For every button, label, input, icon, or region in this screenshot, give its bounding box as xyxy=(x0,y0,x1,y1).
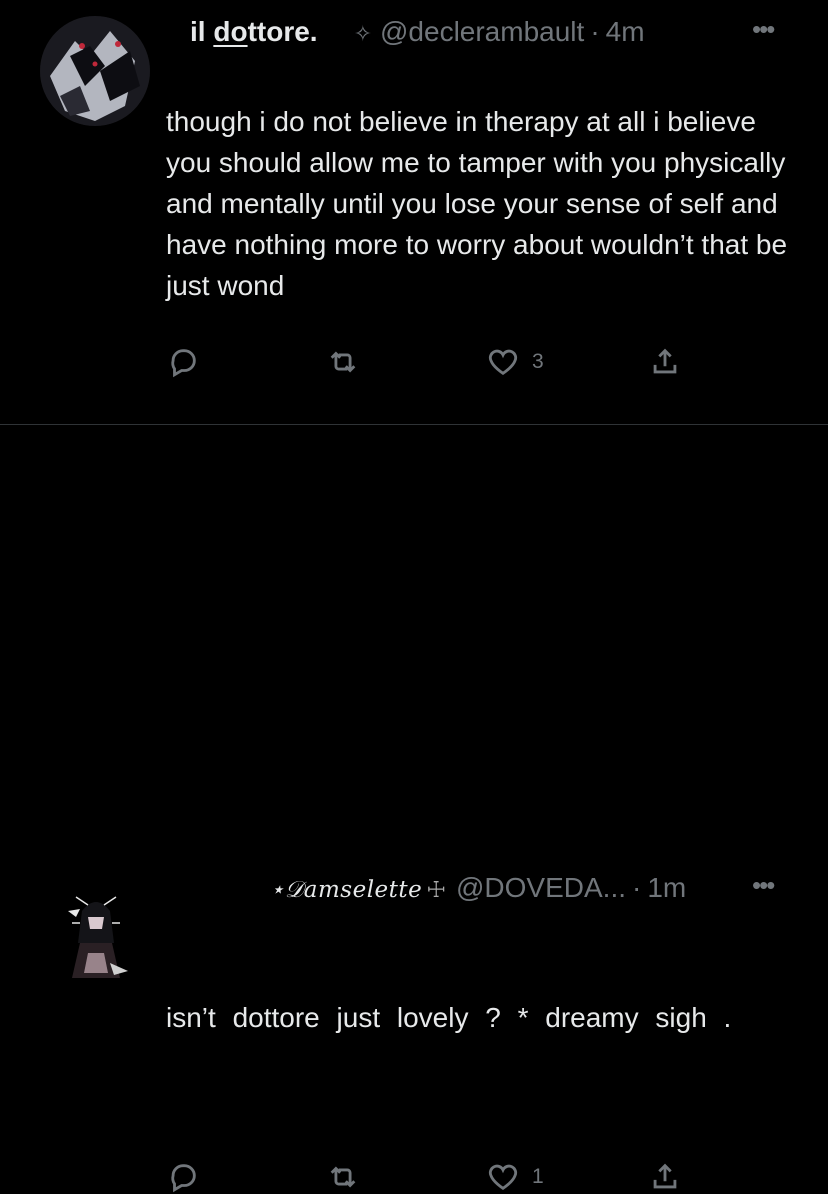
retweet-button[interactable] xyxy=(326,1160,360,1194)
retweet-button[interactable] xyxy=(326,345,360,379)
like-count: 3 xyxy=(532,350,544,373)
more-icon[interactable]: ••• xyxy=(752,14,775,45)
retweet-icon xyxy=(330,1166,356,1188)
like-button[interactable]: 3 xyxy=(486,345,544,379)
separator: · xyxy=(632,872,642,903)
share-button[interactable] xyxy=(648,1160,682,1194)
tweet[interactable]: ⋆𝒟amselette ☩ @DOVEDA... · 1m ••• isn’t … xyxy=(0,425,828,1193)
tweet-header: il dottore. ✧ @declerambault · 4m xyxy=(190,16,645,48)
cross-icon: ☩ xyxy=(426,877,446,902)
display-name[interactable]: il dottore. xyxy=(190,16,318,48)
tweet-text: though i do not believe in therapy at al… xyxy=(166,106,788,301)
tweet[interactable]: il dottore. ✧ @declerambault · 4m ••• th… xyxy=(0,0,828,425)
heart-icon xyxy=(488,1164,518,1191)
like-count: 1 xyxy=(532,1165,544,1188)
retweet-icon xyxy=(330,351,356,373)
timestamp[interactable]: 4m xyxy=(606,16,645,48)
share-icon xyxy=(653,348,677,374)
display-name[interactable]: ⋆𝒟amselette xyxy=(270,877,422,903)
sparkle-icon: ✧ xyxy=(353,21,372,46)
user-handle[interactable]: @DOVEDA... xyxy=(456,872,626,904)
avatar[interactable] xyxy=(40,16,150,126)
tweet-header: ⋆𝒟amselette ☩ @DOVEDA... · 1m xyxy=(270,872,686,904)
reply-icon xyxy=(171,349,196,378)
separator: · xyxy=(590,16,600,47)
reply-button[interactable] xyxy=(166,345,200,379)
like-button[interactable]: 1 xyxy=(486,1160,544,1194)
heart-icon xyxy=(488,349,518,376)
avatar[interactable] xyxy=(58,883,132,983)
avatar-image xyxy=(40,16,150,126)
avatar-image xyxy=(58,883,132,983)
reply-icon xyxy=(171,1164,196,1193)
share-icon xyxy=(653,1163,677,1189)
tweet-text: isn’t dottore just lovely ? * dreamy sig… xyxy=(166,1002,732,1033)
reply-button[interactable] xyxy=(166,1160,200,1194)
share-button[interactable] xyxy=(648,345,682,379)
more-icon[interactable]: ••• xyxy=(752,870,775,901)
user-handle[interactable]: @declerambault xyxy=(380,16,584,48)
timestamp[interactable]: 1m xyxy=(647,872,686,904)
